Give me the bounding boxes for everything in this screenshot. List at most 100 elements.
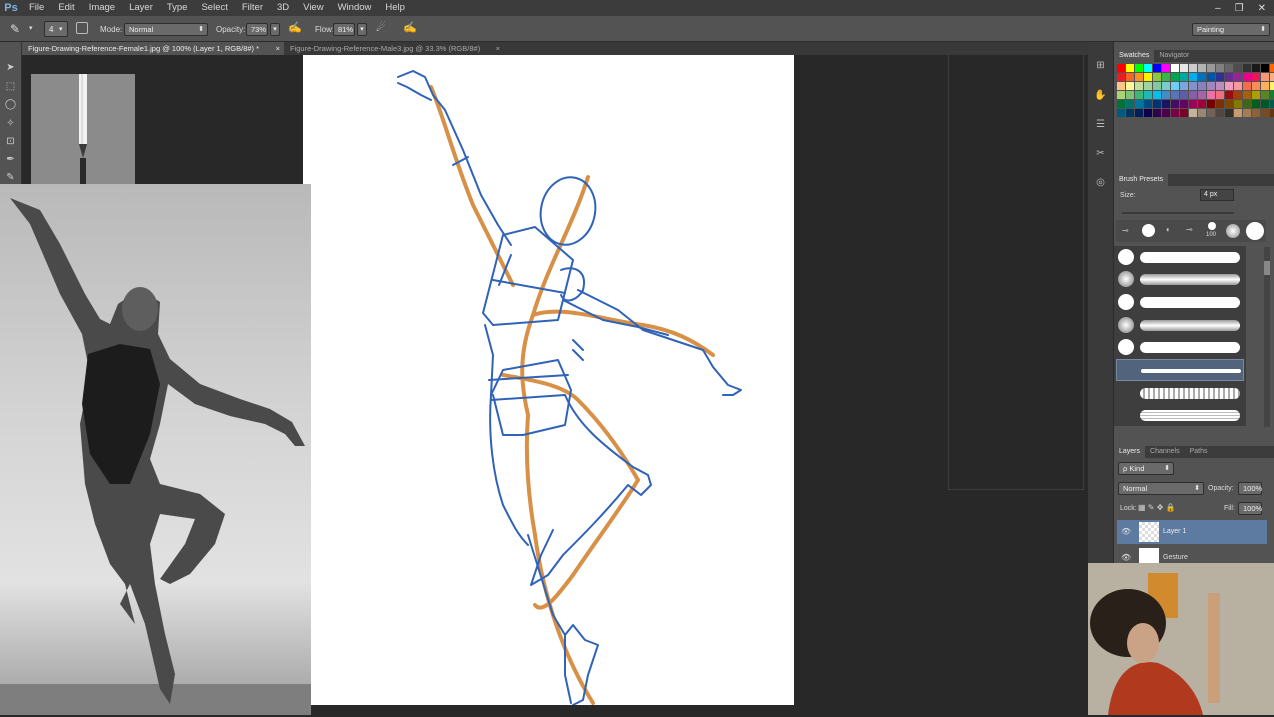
color-swatch[interactable] (1180, 100, 1188, 108)
color-swatch[interactable] (1261, 64, 1269, 72)
styles-panel-icon[interactable]: ◎ (1093, 175, 1108, 190)
close-button[interactable]: ✕ (1258, 3, 1266, 14)
color-swatch[interactable] (1153, 100, 1161, 108)
menu-help[interactable]: Help (378, 0, 412, 16)
color-swatch[interactable] (1252, 64, 1260, 72)
brush-panel-toggle-icon[interactable] (76, 22, 88, 34)
tool-presets-icon[interactable]: ✋ (1093, 88, 1108, 103)
color-swatch[interactable] (1234, 82, 1242, 90)
color-swatch[interactable] (1144, 109, 1152, 117)
marquee-tool-icon[interactable]: ⬚ (3, 79, 18, 94)
color-swatch[interactable] (1153, 109, 1161, 117)
color-swatch[interactable] (1243, 73, 1251, 81)
color-swatch[interactable] (1117, 91, 1125, 99)
tab-female-reference[interactable]: Figure-Drawing-Reference-Female1.jpg @ 1… (22, 42, 284, 55)
color-swatch[interactable] (1252, 73, 1260, 81)
brush-preset-row[interactable] (1116, 404, 1244, 426)
color-swatch[interactable] (1135, 64, 1143, 72)
color-swatch[interactable] (1117, 109, 1125, 117)
color-swatch[interactable] (1198, 73, 1206, 81)
adjustments-panel-icon[interactable]: ✂ (1093, 146, 1108, 161)
restore-button[interactable]: ❐ (1235, 3, 1244, 14)
color-swatch[interactable] (1225, 100, 1233, 108)
color-swatch[interactable] (1171, 73, 1179, 81)
properties-panel-icon[interactable]: ☰ (1093, 117, 1108, 132)
move-tool-icon[interactable]: ➤ (3, 60, 18, 75)
color-swatch[interactable] (1261, 91, 1269, 99)
color-swatch[interactable] (1162, 82, 1170, 90)
color-swatch[interactable] (1180, 91, 1188, 99)
brush-preset-row-selected[interactable] (1116, 359, 1244, 381)
brush-preset-picker[interactable]: 4 ▾ (44, 21, 68, 37)
color-swatch[interactable] (1234, 73, 1242, 81)
color-swatch[interactable] (1261, 100, 1269, 108)
layer-blend-select[interactable]: Normal ⬍ (1118, 482, 1204, 495)
menu-filter[interactable]: Filter (235, 0, 270, 16)
color-swatch[interactable] (1207, 64, 1215, 72)
drawing-canvas[interactable] (303, 55, 794, 706)
color-swatch[interactable] (1198, 100, 1206, 108)
color-swatch[interactable] (1180, 82, 1188, 90)
color-swatch[interactable] (1198, 109, 1206, 117)
brush-preset-row[interactable] (1116, 291, 1244, 313)
color-swatch[interactable] (1261, 109, 1269, 117)
airbrush-icon[interactable]: ☄ (376, 21, 386, 34)
color-swatch[interactable] (1198, 91, 1206, 99)
history-panel-icon[interactable]: ⊞ (1093, 58, 1108, 73)
color-swatch[interactable] (1153, 64, 1161, 72)
close-icon[interactable]: × (276, 42, 280, 55)
color-swatch[interactable] (1144, 100, 1152, 108)
color-swatch[interactable] (1198, 64, 1206, 72)
color-swatch[interactable] (1216, 64, 1224, 72)
menu-3d[interactable]: 3D (270, 0, 296, 16)
color-swatch[interactable] (1207, 82, 1215, 90)
menu-view[interactable]: View (296, 0, 330, 16)
color-swatch[interactable] (1243, 100, 1251, 108)
color-swatch[interactable] (1126, 109, 1134, 117)
color-swatch[interactable] (1153, 91, 1161, 99)
visibility-eye-icon[interactable]: 👁 (1121, 546, 1131, 563)
color-swatch[interactable] (1144, 64, 1152, 72)
color-swatch[interactable] (1162, 91, 1170, 99)
menu-layer[interactable]: Layer (122, 0, 160, 16)
menu-window[interactable]: Window (331, 0, 379, 16)
pressure-size-icon[interactable]: ✍ (403, 21, 417, 34)
color-swatch[interactable] (1171, 82, 1179, 90)
color-swatch[interactable] (1216, 100, 1224, 108)
color-swatch[interactable] (1225, 109, 1233, 117)
color-swatch[interactable] (1270, 73, 1274, 81)
chevron-down-icon[interactable]: ▾ (29, 24, 33, 32)
color-swatch[interactable] (1180, 64, 1188, 72)
color-swatch[interactable] (1171, 64, 1179, 72)
color-swatch[interactable] (1117, 82, 1125, 90)
color-swatch[interactable] (1234, 91, 1242, 99)
color-swatch[interactable] (1261, 73, 1269, 81)
menu-edit[interactable]: Edit (51, 0, 81, 16)
opacity-slider-button[interactable]: ▾ (270, 23, 280, 36)
color-swatch[interactable] (1189, 64, 1197, 72)
color-swatch[interactable] (1189, 73, 1197, 81)
brush-tip-icon[interactable]: ⊸ (1122, 226, 1129, 235)
size-input[interactable]: 4 px (1200, 189, 1234, 201)
color-swatch[interactable] (1189, 100, 1197, 108)
color-swatch[interactable] (1171, 91, 1179, 99)
color-swatch[interactable] (1135, 109, 1143, 117)
color-swatch[interactable] (1252, 100, 1260, 108)
color-swatch[interactable] (1252, 91, 1260, 99)
color-swatch[interactable] (1162, 109, 1170, 117)
brush-tip-soft[interactable] (1226, 224, 1240, 238)
color-swatch[interactable] (1126, 100, 1134, 108)
scrollbar-thumb[interactable] (1264, 261, 1270, 275)
color-swatch[interactable] (1225, 64, 1233, 72)
color-swatch[interactable] (1135, 82, 1143, 90)
color-swatch[interactable] (1126, 73, 1134, 81)
color-swatch[interactable] (1162, 73, 1170, 81)
color-swatch[interactable] (1216, 91, 1224, 99)
minimize-button[interactable]: – (1215, 3, 1221, 14)
brush-preset-row[interactable] (1116, 314, 1244, 336)
color-swatch[interactable] (1234, 109, 1242, 117)
pressure-opacity-icon[interactable]: ✍ (288, 21, 302, 34)
visibility-eye-icon[interactable]: 👁 (1121, 520, 1131, 544)
color-swatch[interactable] (1270, 91, 1274, 99)
brush-preset-row[interactable] (1116, 336, 1244, 358)
